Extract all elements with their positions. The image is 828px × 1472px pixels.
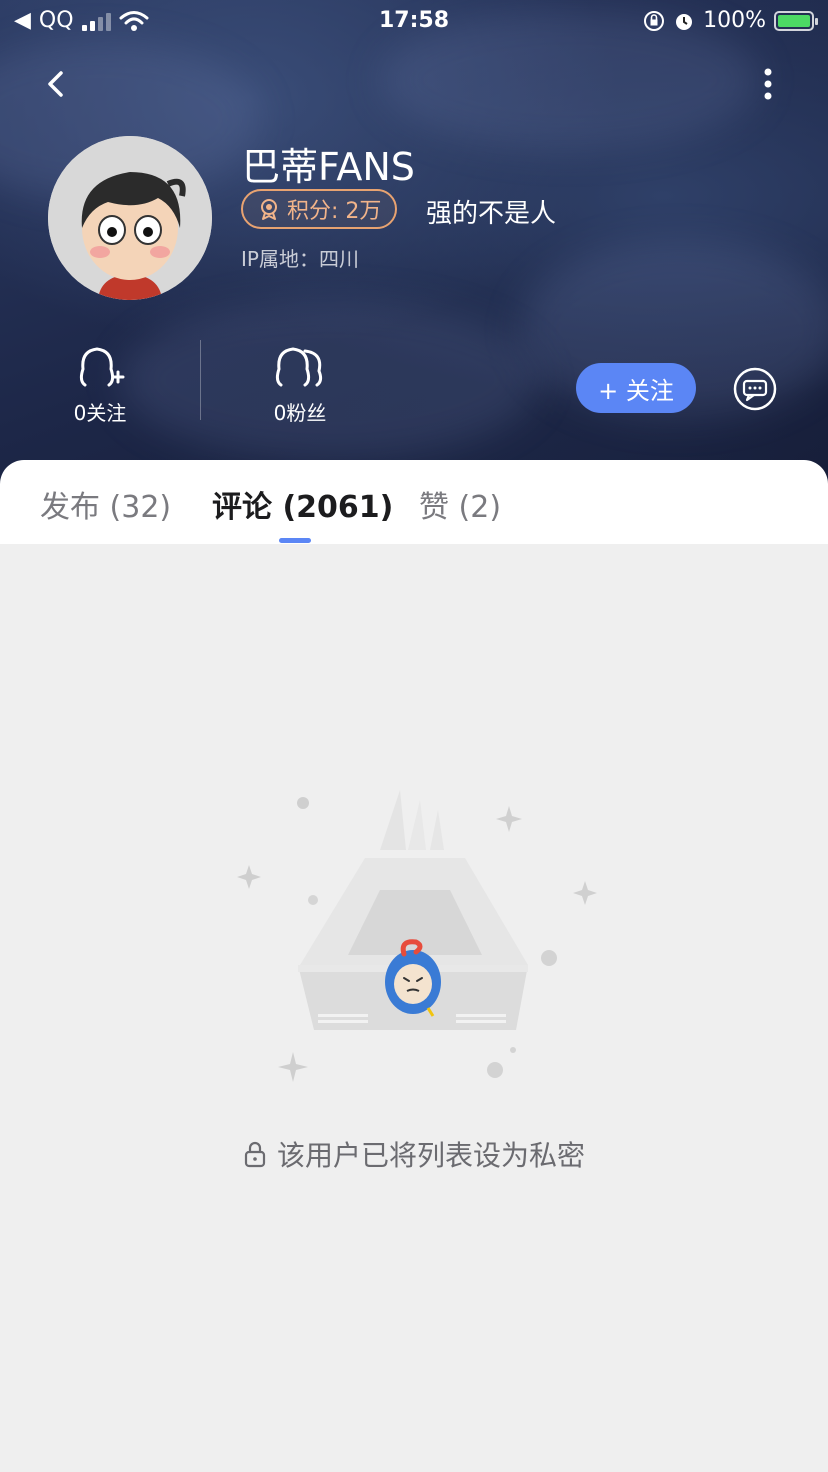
active-tab-indicator: [279, 538, 311, 543]
points-label: 积分: 2万: [287, 199, 382, 224]
avatar[interactable]: [48, 136, 212, 300]
empty-box-illustration: [237, 790, 597, 1082]
empty-message: 该用户已将列表设为私密: [276, 1139, 585, 1172]
alarm-icon: [676, 13, 693, 30]
fans-stat[interactable]: 0粉丝: [230, 345, 370, 426]
user-title: 强的不是人: [426, 199, 557, 229]
fans-icon: [275, 347, 323, 387]
following-label: 0关注: [73, 401, 127, 425]
tab-posts[interactable]: 发布 (32): [40, 482, 171, 526]
profile-header: ◀ QQ 17:58 100% 巴蒂FANS 积分: 2万 强的不是人 IP属地…: [0, 0, 828, 490]
following-stat[interactable]: 0关注: [30, 345, 170, 426]
empty-state: 该用户已将列表设为私密: [0, 1134, 828, 1174]
status-bar: ◀ QQ 17:58 100%: [0, 0, 828, 42]
battery-icon: [774, 10, 818, 31]
back-icon[interactable]: [38, 66, 74, 102]
tab-likes[interactable]: 赞 (2): [419, 482, 501, 526]
lock-icon: [244, 1141, 266, 1168]
points-badge[interactable]: 积分: 2万: [241, 189, 398, 229]
more-icon[interactable]: [748, 64, 788, 104]
tab-bar: 发布 (32) 评论 (2061) 赞 (2): [0, 460, 828, 544]
ip-location: IP属地：四川: [241, 247, 359, 271]
message-icon[interactable]: [733, 367, 777, 411]
follow-button[interactable]: + 关注: [576, 363, 696, 413]
user-name: 巴蒂FANS: [242, 145, 415, 189]
medal-icon: [261, 199, 277, 220]
tab-comments[interactable]: 评论 (2061): [212, 482, 393, 526]
fans-label: 0粉丝: [273, 401, 327, 425]
battery-percent: 100%: [703, 8, 766, 33]
add-person-icon: [79, 347, 125, 387]
stats-divider: [200, 340, 201, 420]
rotation-lock-icon: [644, 10, 665, 31]
